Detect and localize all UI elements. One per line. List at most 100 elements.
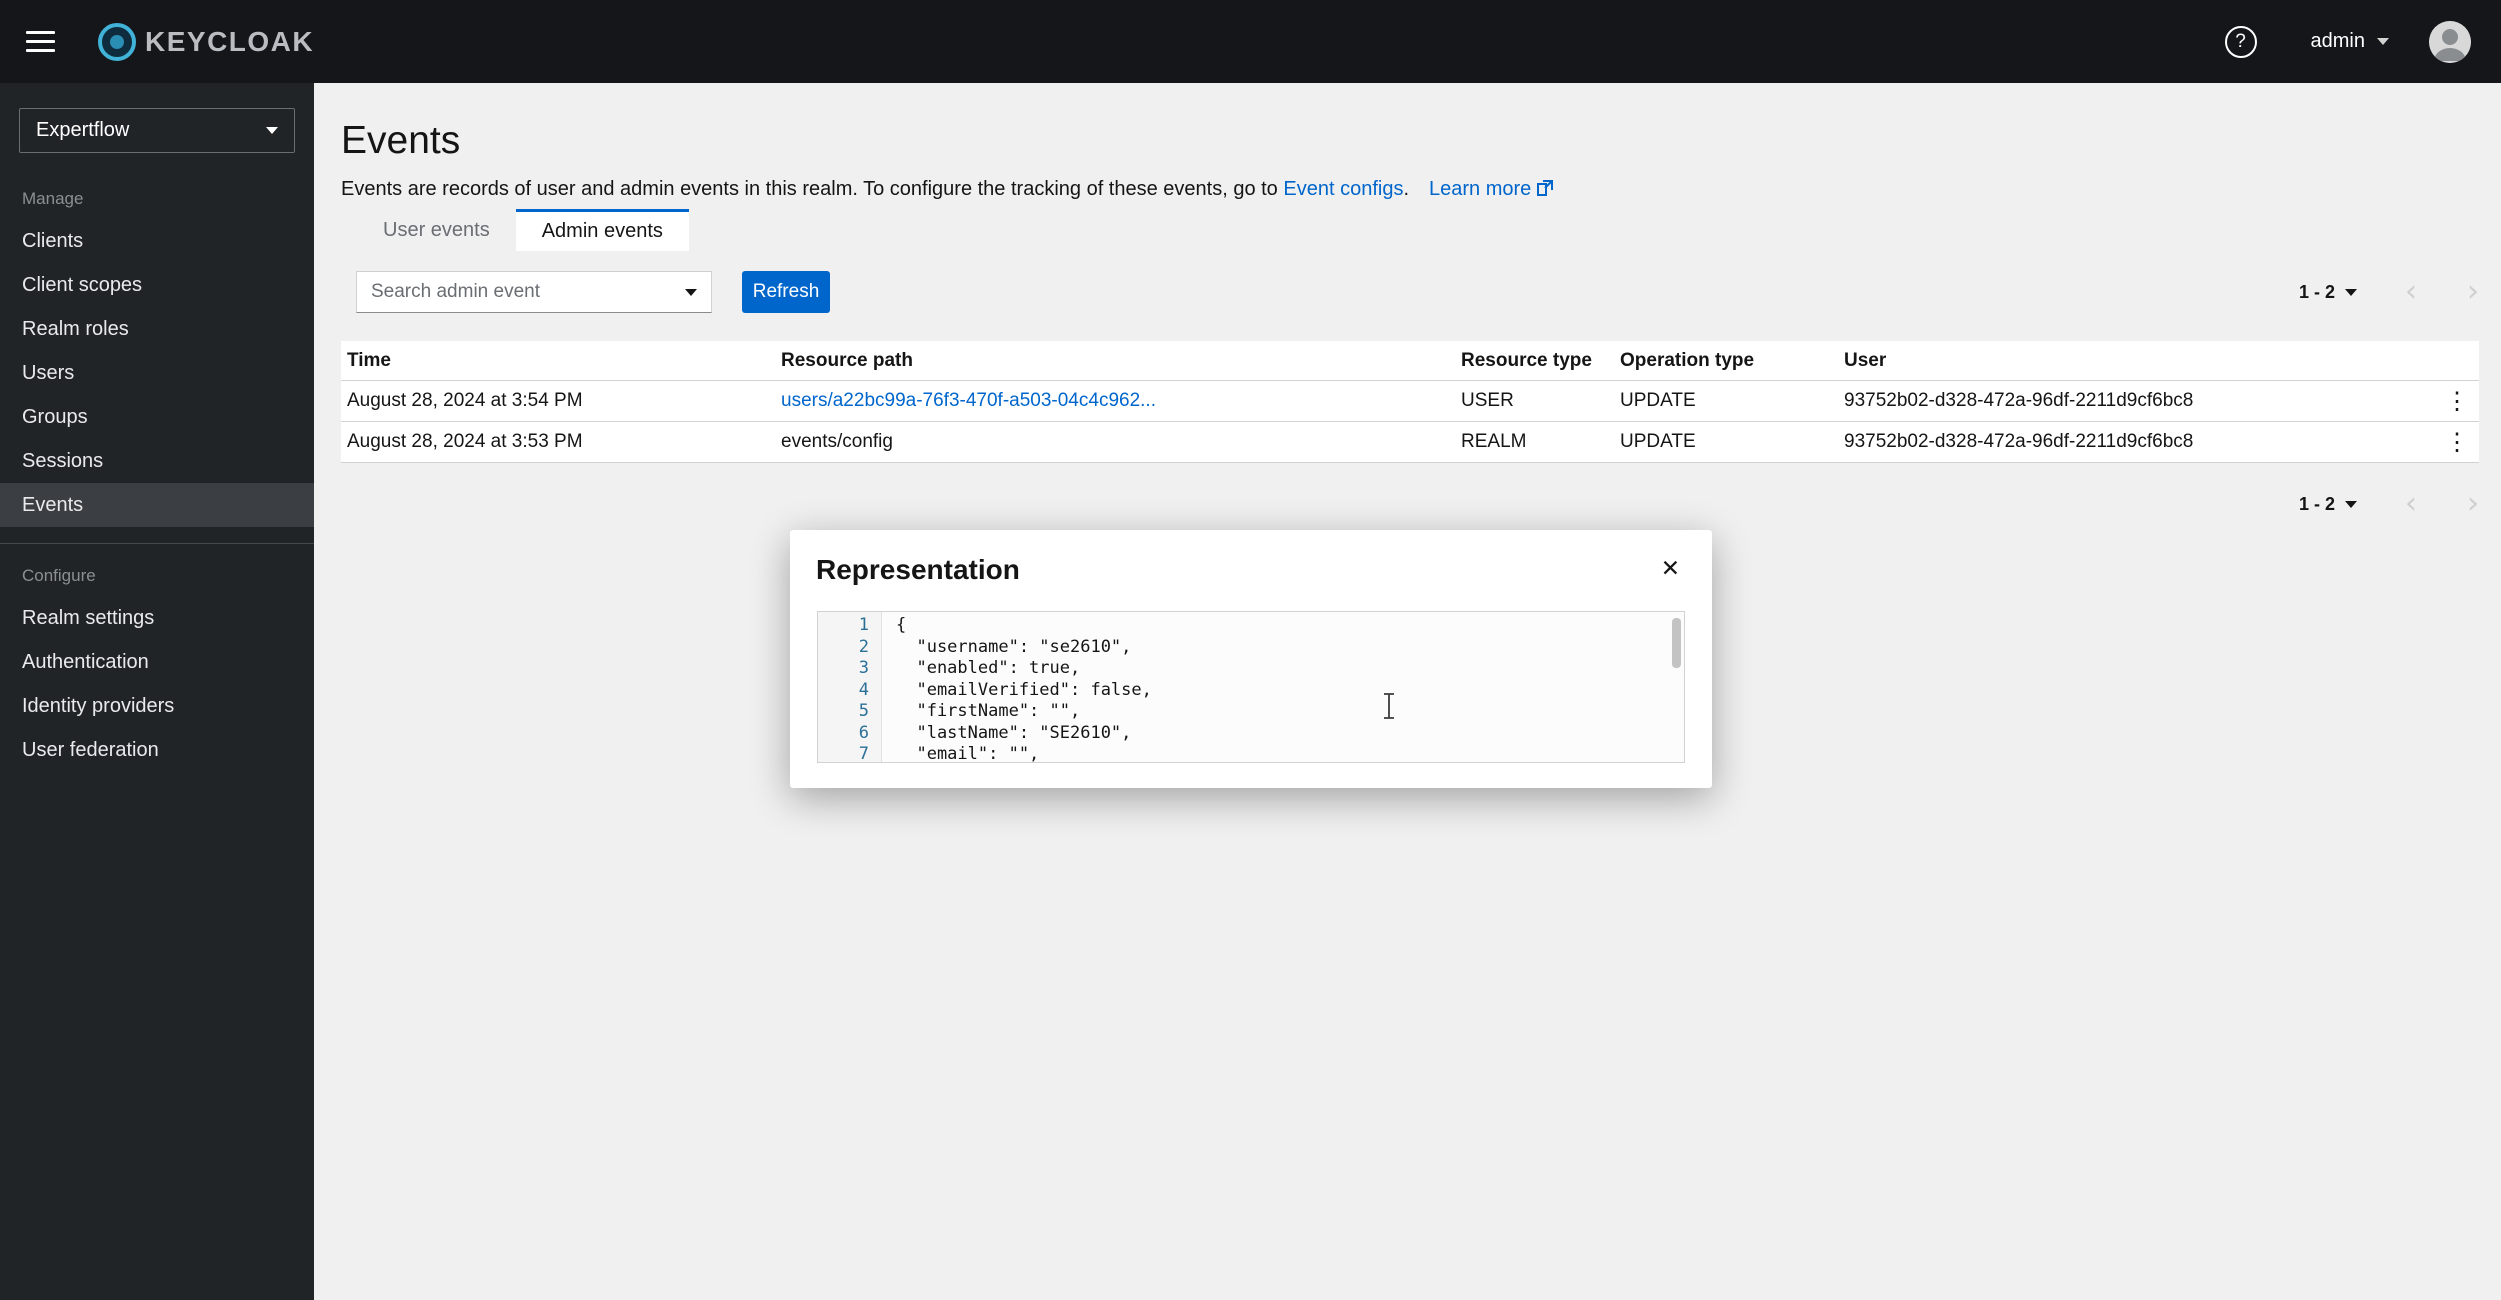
- cell-time: August 28, 2024 at 3:53 PM: [341, 431, 775, 453]
- brand-wordmark: KEYCLOAK: [145, 26, 314, 58]
- user-menu-label: admin: [2311, 30, 2365, 53]
- nav-divider: [0, 543, 314, 544]
- cell-resource-path: events/config: [775, 431, 1455, 453]
- description-text: Events are records of user and admin eve…: [341, 178, 1283, 200]
- cell-operation-type: UPDATE: [1614, 431, 1838, 453]
- avatar[interactable]: [2429, 21, 2471, 63]
- line-number: 4: [818, 680, 869, 702]
- page-description: Events are records of user and admin eve…: [341, 178, 2501, 201]
- learn-more-label: Learn more: [1429, 178, 1531, 200]
- pagination-prev-button[interactable]: ‹: [2405, 489, 2417, 519]
- tab-admin-events[interactable]: Admin events: [516, 209, 689, 251]
- nav-section-manage: Manage: [22, 189, 314, 209]
- sidebar: Expertflow Manage Clients Client scopes …: [0, 83, 314, 1300]
- code-content[interactable]: { "username": "se2610", "enabled": true,…: [882, 612, 1684, 762]
- sidebar-item-user-federation[interactable]: User federation: [0, 728, 314, 772]
- pagination-bottom-row: 1 - 2 ‹ ›: [314, 489, 2501, 519]
- masthead: KEYCLOAK ? admin: [0, 0, 2501, 83]
- admin-event-search-select[interactable]: Search admin event: [356, 271, 712, 313]
- masthead-actions: ? admin: [2225, 21, 2471, 63]
- table-row: August 28, 2024 at 3:53 PM events/config…: [341, 422, 2479, 463]
- realm-selector[interactable]: Expertflow: [19, 108, 295, 153]
- admin-events-table: Time Resource path Resource type Operati…: [341, 341, 2479, 463]
- realm-selector-label: Expertflow: [36, 119, 129, 142]
- page-title: Events: [341, 119, 2501, 163]
- page-header: Events Events are records of user and ad…: [314, 83, 2501, 201]
- line-number: 1: [818, 615, 869, 637]
- cell-time: August 28, 2024 at 3:54 PM: [341, 390, 775, 412]
- column-header-user: User: [1838, 350, 2440, 372]
- event-configs-link[interactable]: Event configs: [1283, 178, 1403, 200]
- code-line: "email": "",: [896, 744, 1684, 762]
- pagination-next-button[interactable]: ›: [2467, 277, 2479, 307]
- pagination-next-button[interactable]: ›: [2467, 489, 2479, 519]
- editor-scrollbar-thumb[interactable]: [1672, 618, 1681, 668]
- row-actions-kebab-icon[interactable]: ⋮: [2440, 428, 2479, 457]
- pagination-count[interactable]: 1 - 2: [2299, 282, 2335, 303]
- user-menu[interactable]: admin: [2311, 30, 2389, 53]
- sidebar-item-client-scopes[interactable]: Client scopes: [0, 263, 314, 307]
- sidebar-item-users[interactable]: Users: [0, 351, 314, 395]
- sidebar-item-groups[interactable]: Groups: [0, 395, 314, 439]
- column-header-resource-type: Resource type: [1455, 350, 1614, 372]
- sidebar-item-sessions[interactable]: Sessions: [0, 439, 314, 483]
- chevron-down-icon: [2377, 38, 2389, 45]
- table-row: August 28, 2024 at 3:54 PM users/a22bc99…: [341, 381, 2479, 422]
- pagination-prev-button[interactable]: ‹: [2405, 277, 2417, 307]
- line-number: 6: [818, 723, 869, 745]
- modal-title: Representation: [816, 554, 1020, 586]
- code-line: "username": "se2610",: [896, 637, 1684, 659]
- sidebar-item-events[interactable]: Events: [0, 483, 314, 527]
- cell-resource-type: REALM: [1455, 431, 1614, 453]
- help-icon[interactable]: ?: [2225, 26, 2257, 58]
- pagination-bottom: 1 - 2 ‹ ›: [2299, 489, 2479, 519]
- refresh-button[interactable]: Refresh: [742, 271, 830, 313]
- chevron-down-icon: [2345, 289, 2357, 296]
- sidebar-item-clients[interactable]: Clients: [0, 219, 314, 263]
- column-header-operation-type: Operation type: [1614, 350, 1838, 372]
- keycloak-logo-icon: [97, 22, 137, 62]
- keycloak-admin-console: KEYCLOAK ? admin Expertflow Manage Clien…: [0, 0, 2501, 1300]
- resource-path-link[interactable]: users/a22bc99a-76f3-470f-a503-04c4c962..…: [775, 390, 1455, 412]
- search-placeholder: Search admin event: [371, 281, 540, 303]
- sidebar-item-realm-roles[interactable]: Realm roles: [0, 307, 314, 351]
- sidebar-item-realm-settings[interactable]: Realm settings: [0, 596, 314, 640]
- cell-user: 93752b02-d328-472a-96df-2211d9cf6bc8: [1838, 390, 2440, 412]
- close-icon[interactable]: ✕: [1661, 556, 1680, 582]
- code-line: "lastName": "SE2610",: [896, 723, 1684, 745]
- pagination-count[interactable]: 1 - 2: [2299, 494, 2335, 515]
- tab-user-events[interactable]: User events: [357, 209, 516, 251]
- representation-code-editor[interactable]: 1 2 3 4 5 6 7 { "username": "se2610", "e…: [817, 611, 1685, 763]
- pagination-top: 1 - 2 ‹ ›: [2299, 277, 2479, 307]
- code-line: "emailVerified": false,: [896, 680, 1684, 702]
- external-link-icon: [1536, 179, 1554, 197]
- chevron-down-icon: [266, 127, 278, 134]
- column-header-resource-path: Resource path: [775, 350, 1455, 372]
- nav-section-configure: Configure: [22, 566, 314, 586]
- line-number: 3: [818, 658, 869, 680]
- code-line: "enabled": true,: [896, 658, 1684, 680]
- events-tabs: User events Admin events: [357, 209, 2501, 251]
- cell-operation-type: UPDATE: [1614, 390, 1838, 412]
- row-actions-kebab-icon[interactable]: ⋮: [2440, 387, 2479, 416]
- line-number: 7: [818, 744, 869, 763]
- learn-more-link[interactable]: Learn more: [1429, 178, 1554, 200]
- user-silhouette-icon: [2429, 21, 2471, 63]
- column-header-time: Time: [341, 350, 775, 372]
- line-number: 5: [818, 701, 869, 723]
- cell-user: 93752b02-d328-472a-96df-2211d9cf6bc8: [1838, 431, 2440, 453]
- code-line: {: [896, 615, 1684, 637]
- nav-toggle-icon[interactable]: [26, 25, 55, 58]
- chevron-down-icon: [2345, 501, 2357, 508]
- cell-resource-type: USER: [1455, 390, 1614, 412]
- table-header-row: Time Resource path Resource type Operati…: [341, 341, 2479, 381]
- admin-events-toolbar: Search admin event Refresh 1 - 2 ‹ ›: [356, 271, 2479, 313]
- sidebar-item-authentication[interactable]: Authentication: [0, 640, 314, 684]
- keycloak-brand: KEYCLOAK: [97, 22, 314, 62]
- representation-modal: Representation ✕ 1 2 3 4 5 6 7 { "userna…: [790, 530, 1712, 788]
- sidebar-item-identity-providers[interactable]: Identity providers: [0, 684, 314, 728]
- chevron-down-icon: [685, 289, 697, 296]
- text-cursor-icon: [1381, 692, 1397, 725]
- description-period: .: [1403, 178, 1409, 200]
- code-line: "firstName": "",: [896, 701, 1684, 723]
